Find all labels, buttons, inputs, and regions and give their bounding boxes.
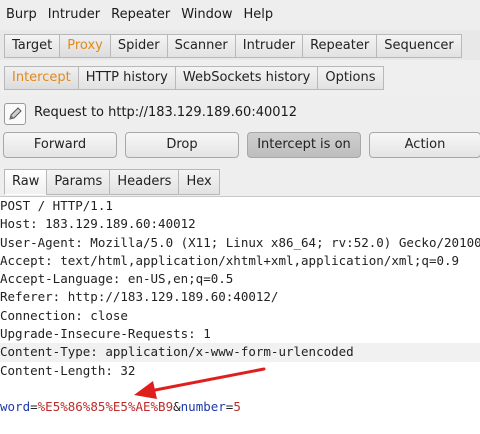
tab-spider[interactable]: Spider — [109, 34, 168, 58]
main-tab-bar: Target Proxy Spider Scanner Intruder Rep… — [0, 30, 480, 61]
intercept-toggle-button[interactable]: Intercept is on — [247, 132, 361, 158]
param-equals: = — [30, 399, 38, 415]
header-content-type: Content-Type: application/x-www-form-url… — [0, 343, 480, 362]
tab-scanner[interactable]: Scanner — [166, 34, 236, 58]
header-upgrade-insecure: Upgrade-Insecure-Requests: 1 — [0, 326, 211, 342]
header-connection: Connection: close — [0, 307, 128, 323]
param-value-word: %E5%86%85%E5%AE%B9 — [37, 399, 174, 415]
tab-repeater[interactable]: Repeater — [302, 34, 378, 58]
tab-hex[interactable]: Hex — [178, 169, 220, 195]
tab-intercept[interactable]: Intercept — [4, 66, 79, 90]
menu-burp[interactable]: Burp — [0, 0, 42, 30]
param-name-number: number — [180, 399, 226, 415]
intercept-toolbar: Request to http://183.129.189.60:40012 F… — [0, 96, 480, 166]
tab-params[interactable]: Params — [46, 169, 111, 195]
drop-button[interactable]: Drop — [125, 132, 239, 158]
action-button[interactable]: Action — [369, 132, 480, 158]
menu-bar: Burp Intruder Repeater Window Help — [0, 0, 480, 31]
header-content-length: Content-Length: 32 — [0, 362, 136, 378]
header-user-agent: User-Agent: Mozilla/5.0 (X11; Linux x86_… — [0, 234, 480, 250]
tab-http-history[interactable]: HTTP history — [77, 66, 176, 90]
pencil-icon — [4, 103, 26, 125]
request-line: POST / HTTP/1.1 — [0, 198, 113, 213]
menu-help[interactable]: Help — [238, 0, 279, 30]
tab-intruder[interactable]: Intruder — [234, 34, 304, 58]
proxy-tab-bar: Intercept HTTP history WebSockets histor… — [0, 60, 480, 97]
tab-headers[interactable]: Headers — [109, 169, 180, 195]
forward-button[interactable]: Forward — [3, 132, 117, 158]
tab-target[interactable]: Target — [4, 34, 61, 58]
tab-sequencer[interactable]: Sequencer — [376, 34, 462, 58]
header-accept: Accept: text/html,application/xhtml+xml,… — [0, 252, 460, 268]
header-host: Host: 183.129.189.60:40012 — [0, 216, 196, 232]
tab-proxy[interactable]: Proxy — [59, 34, 111, 58]
request-editor[interactable]: POST / HTTP/1.1 Host: 183.129.189.60:400… — [0, 197, 480, 434]
param-value-number: 5 — [233, 399, 241, 415]
request-body: word=%E5%86%85%E5%AE%B9&number=5 — [0, 398, 480, 416]
param-name-word: word — [0, 399, 31, 415]
tab-websockets-history[interactable]: WebSockets history — [174, 66, 319, 90]
menu-intruder[interactable]: Intruder — [42, 0, 105, 30]
menu-window[interactable]: Window — [175, 0, 237, 30]
menu-repeater[interactable]: Repeater — [105, 0, 175, 30]
tab-options[interactable]: Options — [317, 66, 384, 90]
param-separator: & — [173, 399, 181, 415]
header-accept-language: Accept-Language: en-US,en;q=0.5 — [0, 271, 234, 287]
header-referer: Referer: http://183.129.189.60:40012/ — [0, 289, 279, 305]
tab-raw[interactable]: Raw — [4, 169, 48, 195]
request-info-label: Request to http://183.129.189.60:40012 — [34, 105, 298, 120]
view-tab-bar: Raw Params Headers Hex — [0, 166, 480, 197]
